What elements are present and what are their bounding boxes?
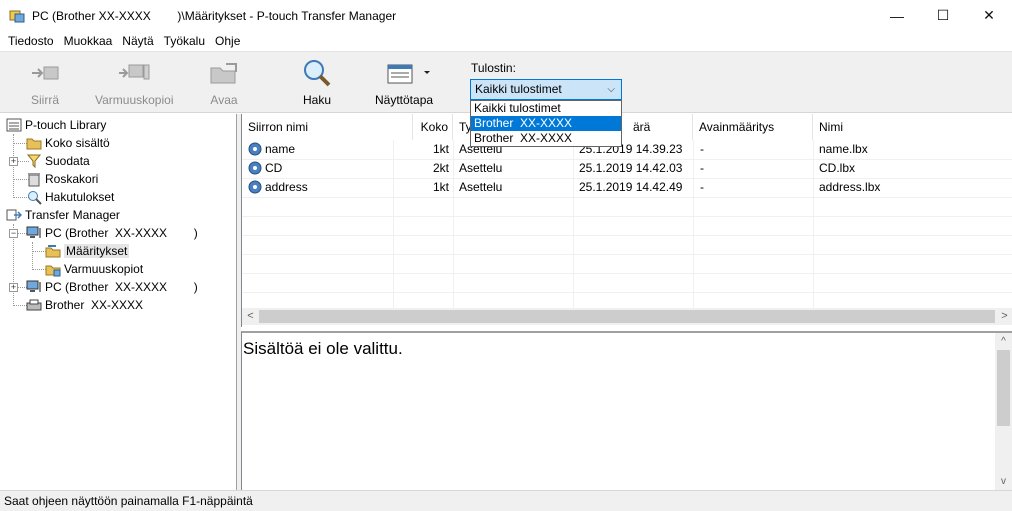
expand-filter-toggle[interactable]: + [9,157,18,166]
navigation-tree: P-touch Library Koko sisältö + Suodata R… [0,114,237,490]
tree-item-recycle-bin[interactable]: Roskakori [26,170,98,188]
search-button[interactable]: Haku [300,58,334,107]
transfer-manager-icon [6,209,22,221]
configurations-folder-icon [45,245,61,258]
table-row[interactable]: address 1kt Asettelu 25.1.2019 14.42.49 … [242,178,1012,197]
horizontal-scrollbar[interactable]: < > [242,308,1012,325]
tree-item-search-results[interactable]: Hakutulokset [26,188,114,206]
open-button[interactable]: Avaa [207,58,241,107]
transfer-button[interactable]: Siirrä [28,58,62,107]
menu-file[interactable]: Tiedosto [3,34,59,48]
column-key-assignment[interactable]: Avainmääritys [693,114,813,140]
tree-item-filter[interactable]: Suodata [26,152,90,170]
view-mode-icon [387,64,431,84]
preview-pane: Sisältöä ei ole valittu. ^ v [241,331,1012,490]
menu-view[interactable]: Näytä [117,34,158,48]
table-row[interactable]: name 1kt Asettelu 25.1.2019 14.39.23 - n… [242,140,1012,159]
printer-option[interactable]: Kaikki tulostimet [471,101,621,116]
window-title: PC (Brother XX-XXXX )\Määritykset - P-to… [32,8,397,23]
tree-item-transfer-manager[interactable]: Transfer Manager [6,206,120,224]
maximize-button[interactable]: ☐ [920,0,966,31]
view-mode-button[interactable]: Näyttötapa [375,58,433,107]
backup-button[interactable]: Varmuuskopioi [95,58,173,107]
printer-icon [26,299,42,311]
computer-icon [26,280,41,292]
menu-help[interactable]: Ohje [210,34,245,48]
list-header: Siirron nimi Koko Ty ärä Avainmääritys N… [242,114,1012,140]
vertical-scrollbar[interactable]: ^ v [995,333,1012,490]
filter-icon [26,154,42,169]
recycle-bin-icon [28,173,40,187]
menu-tools[interactable]: Työkalu [159,34,210,48]
menu-edit[interactable]: Muokkaa [59,34,118,48]
tree-item-all-contents[interactable]: Koko sisältö [26,134,110,152]
layout-file-icon [248,142,262,156]
expand-pc-toggle[interactable]: + [9,283,18,292]
tree-item-library[interactable]: P-touch Library [6,116,106,134]
search-icon [304,60,331,87]
backup-folder-icon [45,265,61,277]
status-bar: Saat ohjeen näyttöön painamalla F1-näppä… [0,490,1012,511]
scroll-right-icon[interactable]: > [996,308,1012,325]
close-button[interactable]: ✕ [966,0,1012,31]
column-size[interactable]: Koko [413,114,453,140]
chevron-down-icon: ⌵ [607,84,615,95]
tree-item-pc-2[interactable]: PC (Brother XX-XXXX ) [26,278,198,296]
backup-icon [119,64,150,80]
printer-option[interactable]: Brother XX-XXXX [471,131,621,146]
minimize-button[interactable]: — [874,0,920,31]
computer-icon [26,226,41,238]
table-row[interactable]: CD 2kt Asettelu 25.1.2019 14.42.03 - CD.… [242,159,1012,178]
tree-item-pc-1[interactable]: PC (Brother XX-XXXX ) [26,224,198,242]
column-name[interactable]: Nimi [813,114,1012,140]
tree-item-brother-printer[interactable]: Brother XX-XXXX [26,296,143,314]
scroll-up-icon[interactable]: ^ [995,333,1012,350]
scroll-thumb[interactable] [997,350,1010,426]
menu-bar: Tiedosto Muokkaa Näytä Työkalu Ohje [0,31,1012,51]
search-results-icon [28,191,42,205]
layout-file-icon [248,180,262,194]
app-icon [9,10,25,22]
folder-icon [26,138,42,150]
title-bar: PC (Brother XX-XXXX )\Määritykset - P-to… [0,0,1012,31]
file-list: Siirron nimi Koko Ty ärä Avainmääritys N… [241,114,1012,327]
tree-item-backups[interactable]: Varmuuskopiot [45,260,143,278]
printer-dropdown-list: Kaikki tulostimet Brother XX-XXXX Brothe… [470,100,622,147]
open-folder-icon [210,63,237,84]
scroll-thumb[interactable] [259,310,995,323]
column-transfer-name[interactable]: Siirron nimi [242,114,413,140]
layout-file-icon [248,161,262,175]
collapse-pc-toggle[interactable]: − [9,229,18,238]
tree-item-configurations[interactable]: Määritykset [45,242,130,260]
printer-option[interactable]: Brother XX-XXXX [471,116,621,131]
printer-label: Tulostin: [471,61,516,75]
printer-select[interactable]: Kaikki tulostimet ⌵ [470,79,622,100]
transfer-icon [32,66,59,80]
scroll-left-icon[interactable]: < [242,308,259,325]
preview-message: Sisältöä ei ole valittu. [243,339,403,358]
scroll-down-icon[interactable]: v [995,473,1012,490]
library-icon [6,118,22,132]
